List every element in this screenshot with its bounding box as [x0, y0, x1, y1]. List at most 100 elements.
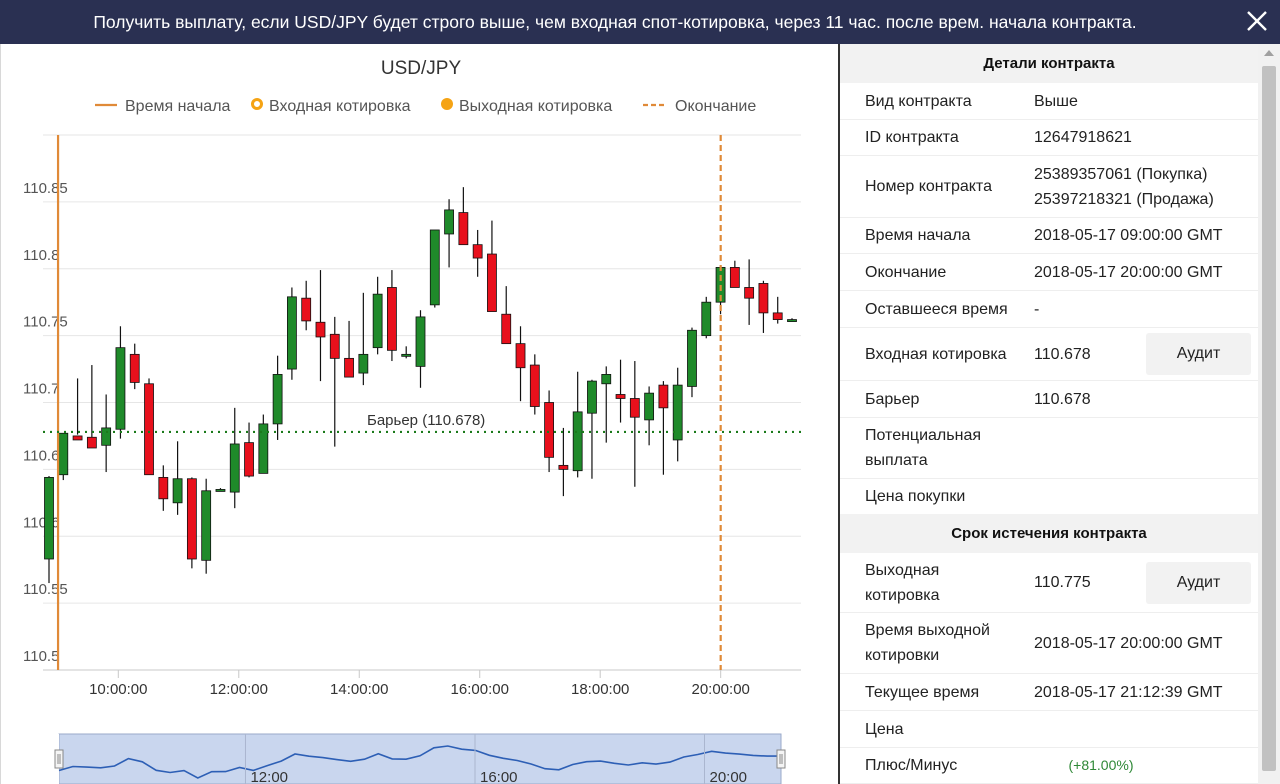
candle [272, 355, 283, 440]
candle [329, 316, 340, 447]
scrollbar-thumb[interactable] [1262, 66, 1276, 771]
candle [544, 390, 554, 473]
price-chart[interactable]: USD/JPY Время начала Входная котировка В… [1, 44, 837, 784]
y-tick-label: 110.5 [23, 648, 59, 665]
label-exit-spot-time-line1: Время выходной [865, 622, 990, 639]
candle [287, 287, 297, 380]
candle [729, 260, 740, 288]
legend-exit-spot[interactable]: Выходная котировка [441, 98, 612, 115]
chart-navigator[interactable]: 12:00 16:00 20:00 [43, 733, 786, 784]
audit-exit-button[interactable]: Аудит [1146, 561, 1251, 604]
label-exit-spot: Выходная котировка [840, 558, 1034, 608]
legend-start-label: Время начала [125, 98, 231, 115]
candle [244, 422, 254, 478]
candle-body-up [415, 316, 426, 367]
candle-body-down [615, 394, 626, 399]
row-remaining-time: Оставшееся время - [840, 291, 1258, 328]
x-tick-label: 18:00:00 [571, 681, 629, 698]
candle [415, 310, 426, 388]
candle-body-down [344, 357, 354, 378]
candle [472, 229, 483, 277]
row-purchase-price: Цена покупки [840, 479, 1258, 514]
legend-start-time[interactable]: Время начала [95, 98, 231, 115]
x-axis-labels: 10:00:00 12:00:00 14:00:00 16:00:00 18:00:00… [89, 670, 750, 698]
candle-body-down [472, 244, 483, 259]
candle-body-down [758, 283, 769, 314]
candle [701, 296, 712, 339]
candle [358, 292, 369, 386]
candle-body-up [115, 347, 126, 430]
contract-header-bar: Получить выплату, если USD/JPY будет стр… [0, 0, 1280, 44]
label-contract-number: Номер контракта [865, 178, 992, 195]
value-entry-spot: 110.678 [1034, 345, 1091, 363]
row-end-time: Окончание 2018-05-17 20:00:00 GMT [840, 254, 1258, 291]
candle [444, 199, 454, 268]
candle [72, 378, 83, 441]
row-potential-payout: Потенциальная выплата [840, 418, 1258, 479]
y-tick-label: 110.85 [23, 180, 68, 197]
navigator-handle[interactable] [54, 749, 64, 769]
legend-exit-spot-icon [441, 98, 453, 110]
label-potential-payout: Потенциальная выплата [840, 423, 1034, 473]
row-barrier: Барьер 110.678 [840, 381, 1258, 418]
value-barrier: 110.678 [1034, 390, 1091, 408]
candle [687, 327, 697, 398]
candle-body-up [287, 296, 297, 370]
barrier-label: Барьер (110.678) [367, 412, 485, 429]
candle [672, 367, 683, 462]
candle-body-up [701, 301, 712, 337]
value-start-time: 2018-05-17 09:00:00 GMT [1034, 227, 1223, 244]
candle [115, 326, 126, 439]
navigator-handle[interactable] [776, 749, 786, 769]
row-contract-id: ID контракта 12647918621 [840, 120, 1258, 156]
candle [201, 478, 212, 574]
candle-body-down [658, 384, 669, 409]
candle-body-up [58, 432, 69, 476]
candle-body-up [201, 490, 212, 561]
label-current-time: Текущее время [865, 683, 980, 701]
scroll-up-arrow-icon[interactable] [1264, 50, 1274, 56]
panel-scrollbar[interactable] [1258, 44, 1280, 784]
label-price: Цена [865, 720, 904, 738]
close-icon[interactable] [1244, 8, 1270, 34]
chart-grid [43, 134, 801, 671]
candle-body-down [629, 398, 640, 418]
candle [429, 229, 440, 308]
candle [344, 320, 354, 378]
value-contract-id: 12647918621 [1034, 129, 1132, 146]
label-potential-payout-line2: выплата [865, 452, 928, 469]
candle-body-down [558, 464, 569, 470]
candle [558, 427, 569, 497]
candle [315, 270, 326, 382]
y-tick-label: 110.7 [23, 381, 59, 398]
candle-body-down [72, 435, 83, 441]
label-contract-type: Вид контракта [865, 92, 972, 110]
candle-body-up [787, 319, 797, 322]
candle [58, 432, 69, 481]
label-contract-id: ID контракта [865, 129, 959, 146]
candle-body-down [772, 312, 783, 320]
navigator-range [58, 733, 782, 784]
audit-entry-button[interactable]: Аудит [1146, 333, 1251, 375]
candle-body-down [158, 476, 169, 500]
legend-end-time[interactable]: Окончание [643, 98, 756, 115]
label-potential-payout-line1: Потенциальная [865, 427, 981, 444]
candle [101, 394, 112, 473]
navigator-label: 16:00 [480, 769, 518, 784]
candle [758, 280, 769, 333]
candle [129, 343, 140, 390]
candle [787, 318, 797, 322]
contract-details-panel: Детали контракта Вид контракта Выше ID к… [840, 44, 1258, 784]
label-start-time: Время начала [865, 227, 971, 244]
candle-body-up [644, 392, 655, 421]
candle-body-up [429, 229, 440, 306]
candle-body-down [529, 364, 540, 407]
y-tick-label: 110.6 [23, 514, 59, 531]
candle [515, 326, 526, 402]
candle [572, 371, 583, 478]
legend-entry-spot[interactable]: Входная котировка [251, 98, 411, 115]
candle-body-up [587, 380, 597, 414]
label-exit-spot-line2: котировка [865, 586, 940, 604]
label-exit-spot-time-line2: котировки [865, 647, 940, 664]
label-remaining-time: Оставшееся время [865, 300, 1008, 318]
